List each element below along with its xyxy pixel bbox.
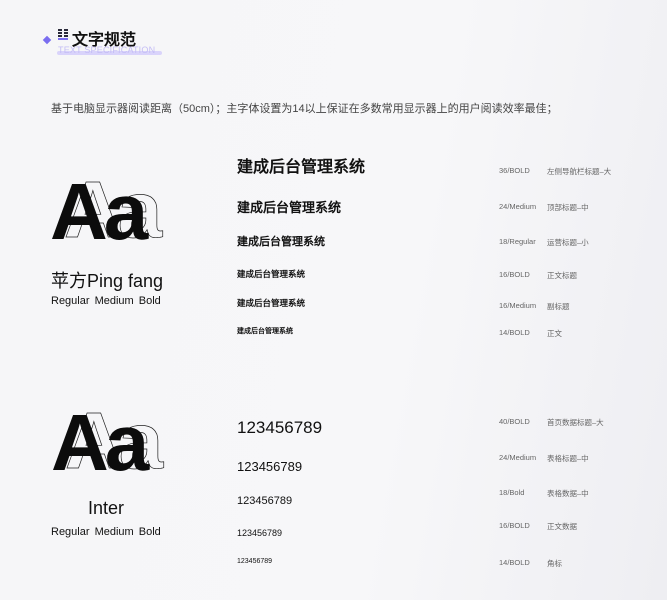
spec-size-weight: 40/BOLD	[499, 417, 530, 426]
spec-sample-text: 建成后台管理系统	[237, 298, 306, 308]
font-weights: Regular Medium Bold	[51, 526, 161, 538]
spec-usage: 表格数据–中	[547, 489, 589, 498]
spec-sample-text: 建成后台管理系统	[237, 328, 293, 335]
spec-usage: 正文数据	[547, 522, 577, 531]
page-subtitle: TEXT SPECIFICATION	[58, 45, 156, 55]
diamond-icon	[42, 35, 52, 45]
spec-size-weight: 14/BOLD	[499, 328, 530, 337]
spec-size-weight: 24/Medium	[499, 453, 537, 462]
list-grid-icon	[58, 29, 68, 40]
spec-usage: 角标	[547, 559, 562, 568]
description-text: 基于电脑显示器阅读距离（50cm）；主字体设置为14以上保证在多数常用显示器上的…	[51, 103, 558, 115]
spec-sample-text: 建成后台管理系统	[237, 236, 325, 248]
font-name: 苹方Ping fang	[51, 271, 164, 291]
spec-size-weight: 16/BOLD	[499, 270, 530, 279]
spec-sample-text: 建成后台管理系统	[237, 159, 366, 176]
spec-size-weight: 36/BOLD	[499, 166, 530, 175]
spec-usage: 正文	[547, 329, 562, 338]
font-weights: Regular Medium Bold	[51, 295, 161, 307]
spec-sample-text: 建成后台管理系统	[237, 200, 342, 215]
spec-sample-text: 123456789	[237, 418, 323, 437]
spec-size-weight: 14/BOLD	[499, 558, 530, 567]
spec-size-weight: 18/Bold	[499, 488, 525, 497]
spec-sample-text: 123456789	[237, 558, 273, 565]
spec-size-weight: 16/Medium	[499, 301, 537, 310]
spec-usage: 首页数据标题–大	[547, 418, 604, 427]
spec-sample-text: 建成后台管理系统	[237, 269, 306, 279]
spec-usage: 顶部标题–中	[547, 203, 589, 212]
spec-size-weight: 16/BOLD	[499, 521, 530, 530]
spec-usage: 副标题	[547, 302, 570, 311]
spec-size-weight: 24/Medium	[499, 202, 537, 211]
font-sample-aa: Aa	[51, 398, 149, 487]
font-sample-aa: Aa	[50, 167, 148, 256]
font-name: Inter	[88, 498, 125, 518]
spec-usage: 左侧导航栏标题–大	[547, 167, 612, 176]
spec-usage: 正文标题	[547, 271, 577, 280]
spec-usage: 运营标题–小	[547, 238, 589, 247]
spec-sample-text: 123456789	[237, 528, 283, 538]
spec-sample-text: 123456789	[237, 495, 293, 507]
spec-size-weight: 18/Regular	[499, 237, 536, 246]
spec-usage: 表格标题–中	[547, 454, 589, 463]
spec-sample-text: 123456789	[237, 459, 303, 474]
